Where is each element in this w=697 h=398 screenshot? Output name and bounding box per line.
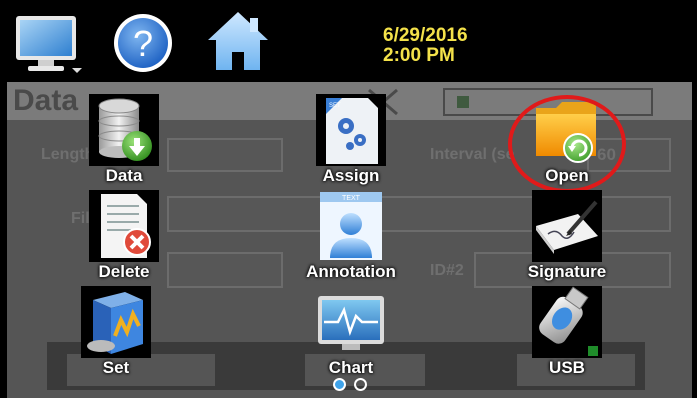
help-icon: ? xyxy=(114,14,172,72)
interval-label: Interval (se xyxy=(430,146,515,163)
svg-text:TEXT: TEXT xyxy=(342,195,361,202)
menu-tile-chart[interactable]: Chart xyxy=(291,286,411,382)
software-box-icon xyxy=(81,286,151,358)
database-download-icon xyxy=(89,94,159,166)
top-bar: ? 6/29/2016 2:00 PM xyxy=(0,0,697,82)
menu-tile-signature[interactable]: Signature xyxy=(507,190,627,286)
monitor-button[interactable] xyxy=(12,12,84,74)
home-button[interactable] xyxy=(206,10,270,72)
menu-tile-assign-label: Assign xyxy=(322,166,380,185)
menu-tile-data[interactable]: Data xyxy=(64,94,184,190)
menu-tile-annotation[interactable]: TEXT Annotation xyxy=(286,190,416,286)
status-square xyxy=(457,96,469,108)
person-text-icon: TEXT xyxy=(320,192,382,260)
menu-tile-signature-label: Signature xyxy=(527,262,607,281)
menu-tile-delete-label: Delete xyxy=(98,262,150,281)
datetime-display: 6/29/2016 2:00 PM xyxy=(383,26,468,66)
menu-tile-usb[interactable]: USB xyxy=(507,286,627,382)
delete-document-icon xyxy=(89,190,159,262)
menu-tile-annotation-label: Annotation xyxy=(306,262,396,281)
date-text: 6/29/2016 xyxy=(383,25,468,46)
menu-tile-chart-label: Chart xyxy=(328,358,374,377)
page-dot-1[interactable] xyxy=(333,378,346,391)
page-dot-2[interactable] xyxy=(354,378,367,391)
menu-tile-set-label: Set xyxy=(102,358,130,377)
menu-tile-set[interactable]: Set xyxy=(56,286,176,382)
page-indicator xyxy=(329,378,371,396)
highlight-circle xyxy=(508,95,626,193)
svg-text:?: ? xyxy=(133,23,153,64)
menu-tile-usb-label: USB xyxy=(549,358,585,377)
monitor-icon xyxy=(16,16,82,73)
screen: ? 6/29/2016 2:00 PM Data Length Interval… xyxy=(0,0,697,398)
chart-monitor-icon xyxy=(318,296,384,350)
help-button[interactable]: ? xyxy=(112,12,174,74)
home-icon xyxy=(208,12,268,70)
id2-label: ID#2 xyxy=(430,262,464,279)
length-field xyxy=(167,138,283,172)
menu-tile-data-label: Data xyxy=(105,166,143,185)
svg-text:SET: SET xyxy=(329,103,341,109)
gears-document-icon: SET xyxy=(316,94,386,166)
menu-tile-assign[interactable]: SET Assign xyxy=(291,94,411,190)
signature-pen-icon xyxy=(532,190,602,262)
usb-drive-icon xyxy=(532,286,602,358)
id1-field xyxy=(167,252,283,288)
time-text: 2:00 PM xyxy=(383,45,455,66)
menu-tile-delete[interactable]: Delete xyxy=(64,190,184,286)
